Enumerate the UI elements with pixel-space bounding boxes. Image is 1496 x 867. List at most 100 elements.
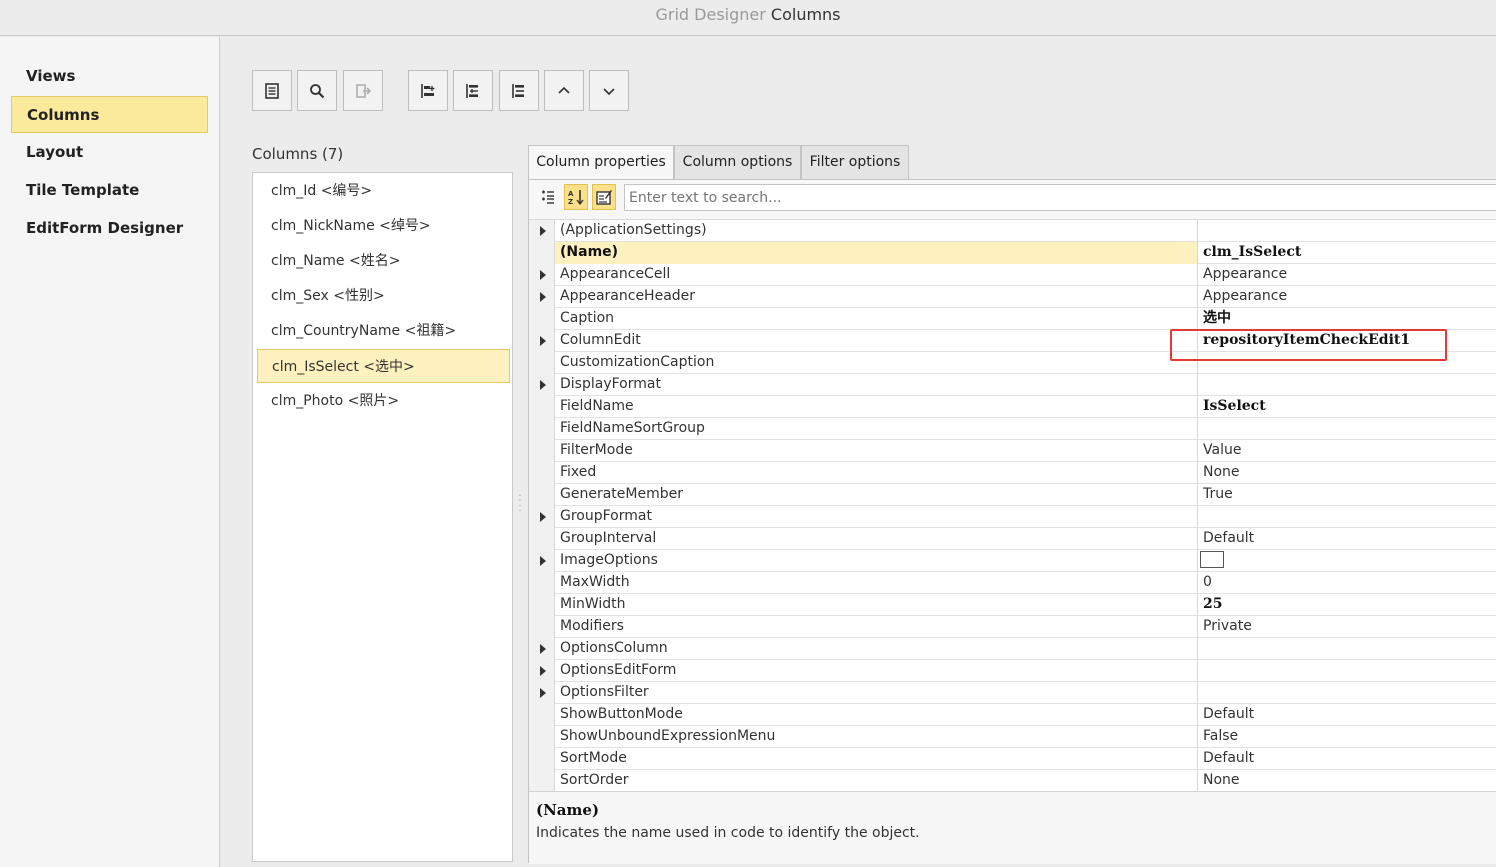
- alphabetical-button[interactable]: AZ: [564, 184, 588, 210]
- property-row[interactable]: FieldName IsSelect: [529, 396, 1496, 418]
- property-name: ShowUnboundExpressionMenu: [560, 728, 776, 744]
- row-gutter: [529, 440, 555, 462]
- property-value[interactable]: repositoryItemCheckEdit1: [1197, 330, 1496, 352]
- expand-arrow-icon[interactable]: [540, 292, 546, 302]
- nav-item-editform-designer[interactable]: EditForm Designer: [11, 210, 208, 247]
- tab-column-options[interactable]: Column options: [674, 145, 801, 180]
- columns-list-header: Columns (7): [252, 145, 344, 163]
- property-row[interactable]: Caption 选中: [529, 308, 1496, 330]
- property-value[interactable]: [1197, 682, 1496, 704]
- property-row[interactable]: ColumnEdit repositoryItemCheckEdit1: [529, 330, 1496, 352]
- property-value[interactable]: False: [1197, 726, 1496, 748]
- search-button[interactable]: [297, 70, 337, 111]
- property-value[interactable]: Private: [1197, 616, 1496, 638]
- property-value[interactable]: clm_IsSelect: [1197, 242, 1496, 264]
- column-list-item[interactable]: clm_CountryName <祖籍>: [257, 314, 510, 348]
- column-list-item[interactable]: clm_Id <编号>: [257, 174, 510, 208]
- property-search-input[interactable]: [624, 184, 1496, 211]
- nav-item-tile-template[interactable]: Tile Template: [11, 172, 208, 209]
- property-value[interactable]: [1197, 418, 1496, 440]
- column-list-item[interactable]: clm_Name <姓名>: [257, 244, 510, 278]
- expand-arrow-icon[interactable]: [540, 336, 546, 346]
- property-row[interactable]: GroupInterval Default: [529, 528, 1496, 550]
- property-row[interactable]: GenerateMember True: [529, 484, 1496, 506]
- property-row[interactable]: OptionsColumn: [529, 638, 1496, 660]
- categorized-button[interactable]: [536, 184, 560, 210]
- expand-arrow-icon[interactable]: [540, 666, 546, 676]
- property-value[interactable]: Default: [1197, 528, 1496, 550]
- property-row[interactable]: FieldNameSortGroup: [529, 418, 1496, 440]
- row-gutter: [529, 506, 555, 528]
- move-up-button[interactable]: [544, 70, 584, 111]
- add-column-button[interactable]: [408, 70, 448, 111]
- columns-list[interactable]: clm_Id <编号> clm_NickName <绰号> clm_Name <…: [252, 172, 513, 862]
- column-list-item-selected[interactable]: clm_IsSelect <选中>: [257, 349, 510, 383]
- property-value[interactable]: Default: [1197, 704, 1496, 726]
- property-value[interactable]: Value: [1197, 440, 1496, 462]
- property-value[interactable]: [1197, 220, 1496, 242]
- property-value[interactable]: [1197, 550, 1496, 572]
- nav-item-columns[interactable]: Columns: [11, 96, 208, 133]
- property-value[interactable]: True: [1197, 484, 1496, 506]
- property-row[interactable]: MinWidth 25: [529, 594, 1496, 616]
- insert-column-button[interactable]: [453, 70, 493, 111]
- row-gutter: [529, 770, 555, 791]
- property-row[interactable]: AppearanceHeader Appearance: [529, 286, 1496, 308]
- property-value[interactable]: 25: [1197, 594, 1496, 616]
- property-grid[interactable]: (ApplicationSettings) (Name) clm_IsSelect A…: [529, 219, 1496, 791]
- property-row[interactable]: (Name) clm_IsSelect: [529, 242, 1496, 264]
- property-value[interactable]: [1197, 506, 1496, 528]
- property-row[interactable]: AppearanceCell Appearance: [529, 264, 1496, 286]
- description-text: Indicates the name used in code to ident…: [536, 825, 920, 841]
- property-value[interactable]: Appearance: [1197, 286, 1496, 308]
- property-row[interactable]: DisplayFormat: [529, 374, 1496, 396]
- property-row[interactable]: ShowButtonMode Default: [529, 704, 1496, 726]
- expand-arrow-icon[interactable]: [540, 380, 546, 390]
- column-list-item[interactable]: clm_Sex <性别>: [257, 279, 510, 313]
- column-list-item[interactable]: clm_NickName <绰号>: [257, 209, 510, 243]
- property-row[interactable]: OptionsFilter: [529, 682, 1496, 704]
- expand-arrow-icon[interactable]: [540, 270, 546, 280]
- property-value[interactable]: [1197, 374, 1496, 396]
- nav-item-views[interactable]: Views: [11, 58, 208, 95]
- property-value[interactable]: None: [1197, 770, 1496, 791]
- property-value[interactable]: Appearance: [1197, 264, 1496, 286]
- property-value[interactable]: 0: [1197, 572, 1496, 594]
- property-row[interactable]: ImageOptions: [529, 550, 1496, 572]
- property-row[interactable]: MaxWidth 0: [529, 572, 1496, 594]
- property-value[interactable]: 选中: [1197, 308, 1496, 330]
- property-pages-button[interactable]: [592, 184, 616, 210]
- property-value[interactable]: Default: [1197, 748, 1496, 770]
- retrieve-fields-button[interactable]: [343, 70, 383, 111]
- property-row[interactable]: SortMode Default: [529, 748, 1496, 770]
- expand-arrow-icon[interactable]: [540, 556, 546, 566]
- nav-item-layout[interactable]: Layout: [11, 134, 208, 171]
- property-row[interactable]: (ApplicationSettings): [529, 220, 1496, 242]
- expand-arrow-icon[interactable]: [540, 226, 546, 236]
- property-row[interactable]: CustomizationCaption: [529, 352, 1496, 374]
- tab-column-properties[interactable]: Column properties: [528, 145, 674, 180]
- property-row[interactable]: Modifiers Private: [529, 616, 1496, 638]
- property-value[interactable]: [1197, 638, 1496, 660]
- property-value[interactable]: [1197, 352, 1496, 374]
- property-value[interactable]: [1197, 660, 1496, 682]
- property-row[interactable]: SortOrder None: [529, 770, 1496, 791]
- column-list-item[interactable]: clm_Photo <照片>: [257, 384, 510, 418]
- expand-arrow-icon[interactable]: [540, 512, 546, 522]
- property-value[interactable]: IsSelect: [1197, 396, 1496, 418]
- remove-column-button[interactable]: [499, 70, 539, 111]
- property-row[interactable]: FilterMode Value: [529, 440, 1496, 462]
- move-down-button[interactable]: [589, 70, 629, 111]
- property-row[interactable]: ShowUnboundExpressionMenu False: [529, 726, 1496, 748]
- splitter-handle[interactable]: · · · ·: [517, 492, 523, 517]
- expand-arrow-icon[interactable]: [540, 688, 546, 698]
- property-row[interactable]: Fixed None: [529, 462, 1496, 484]
- expand-arrow-icon[interactable]: [540, 644, 546, 654]
- tab-filter-options[interactable]: Filter options: [801, 145, 909, 180]
- property-value[interactable]: None: [1197, 462, 1496, 484]
- property-name: OptionsFilter: [560, 684, 649, 700]
- feature-browser-button[interactable]: [252, 70, 292, 111]
- property-row[interactable]: GroupFormat: [529, 506, 1496, 528]
- property-name: SortOrder: [560, 772, 629, 788]
- property-row[interactable]: OptionsEditForm: [529, 660, 1496, 682]
